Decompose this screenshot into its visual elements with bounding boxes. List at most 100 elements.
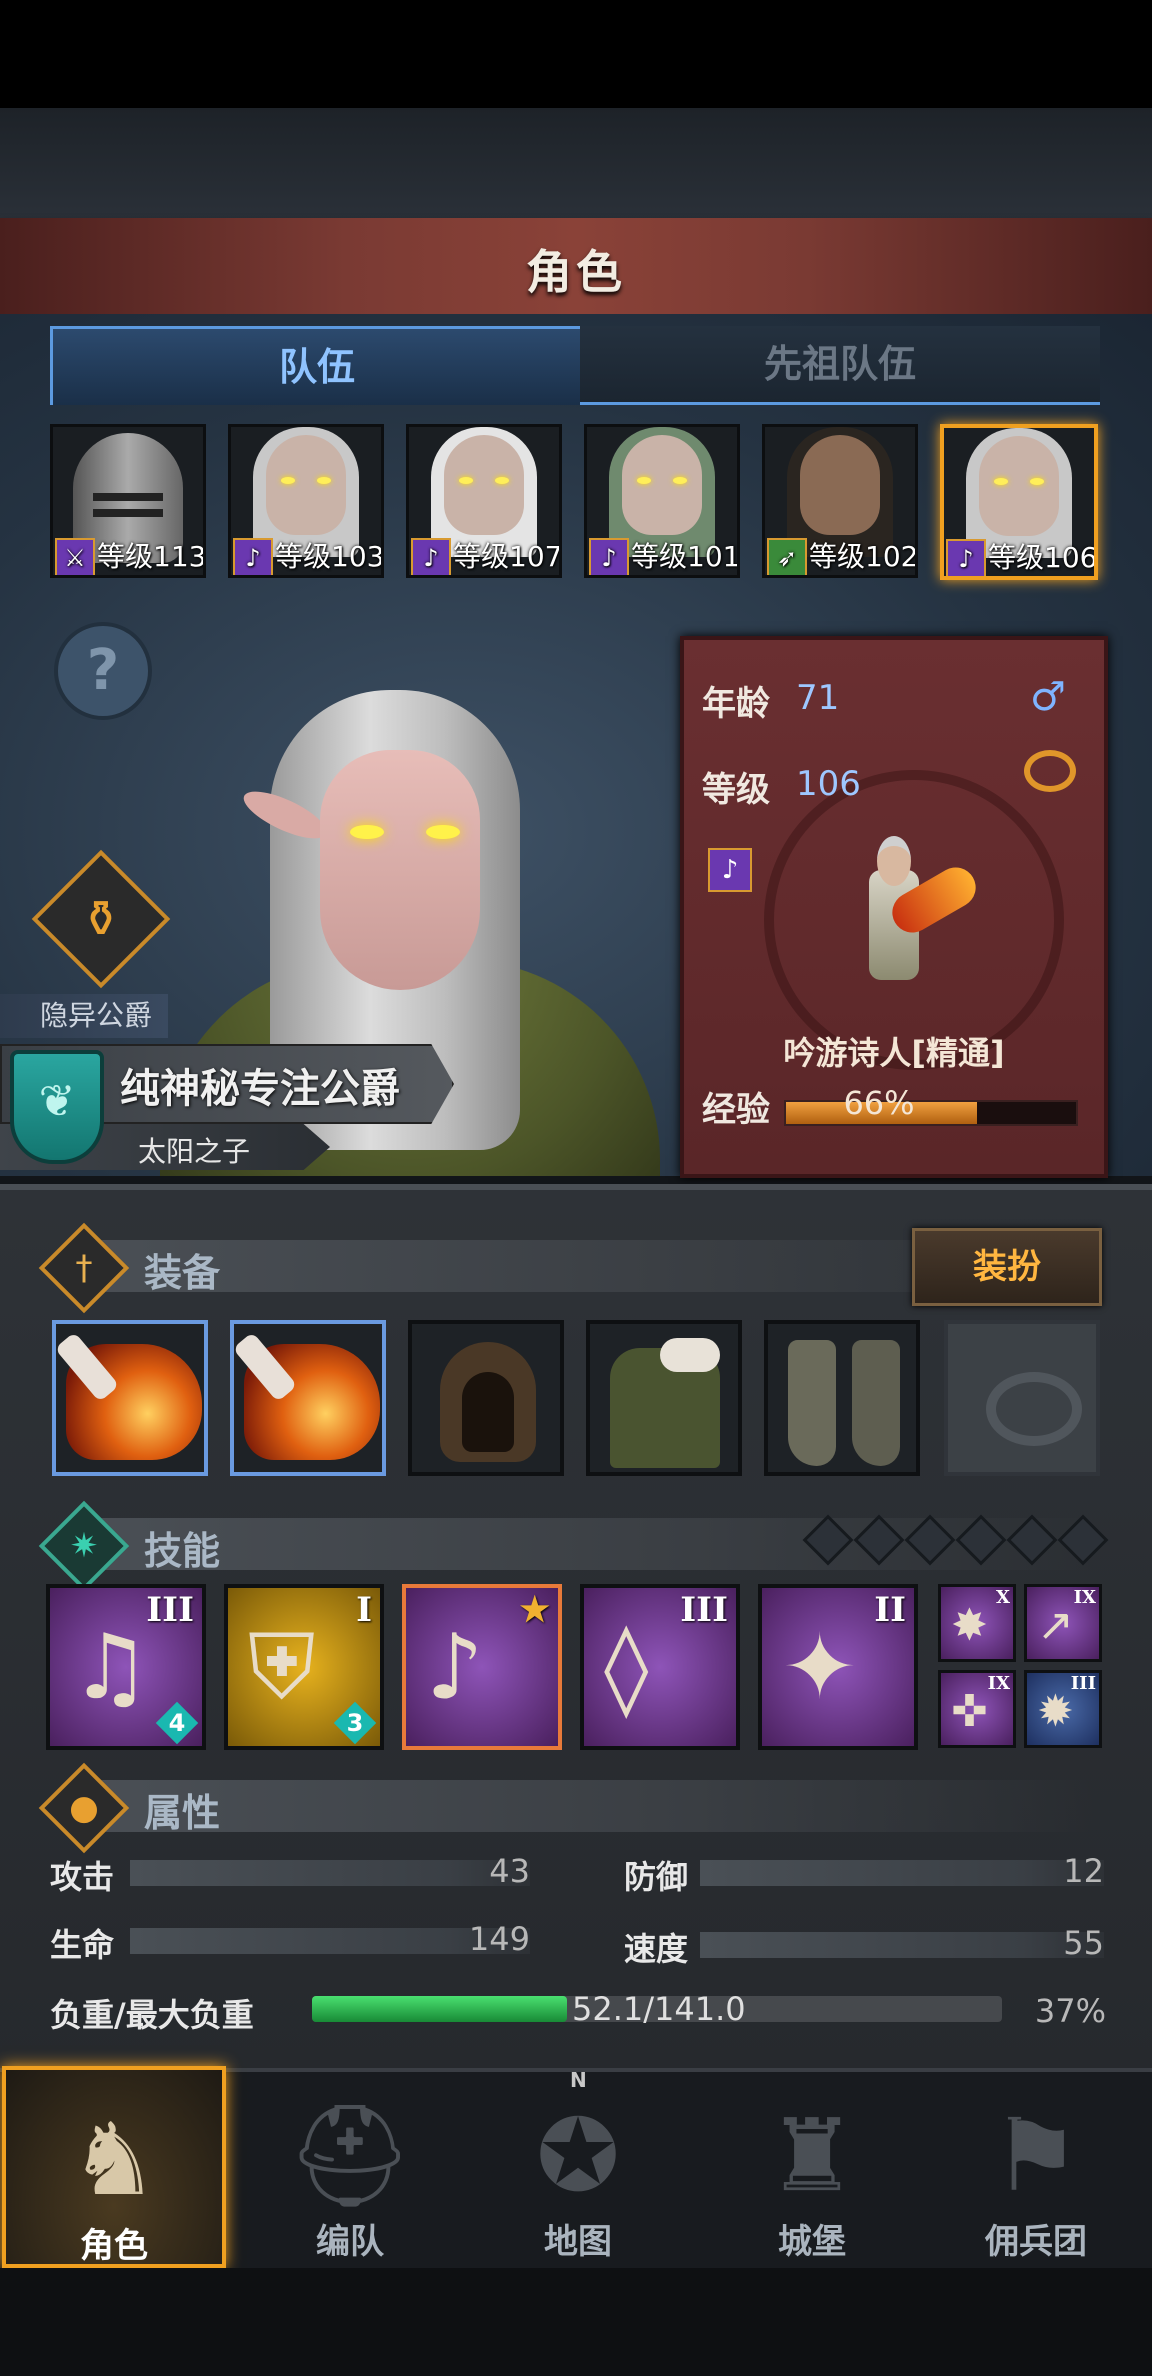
age-value: 71 [796,678,840,718]
skill-3-selected[interactable]: ♪ ★ [402,1584,562,1750]
party-member-4[interactable]: ♪ 等级101 [584,424,740,578]
attributes-title: 属性 [144,1791,221,1835]
load-label: 负重/最大负重 [50,1996,254,2034]
elf-portrait [444,435,524,535]
skill-rank: X [996,1587,1010,1608]
hood-icon [440,1342,536,1462]
tab-ancestor-team[interactable]: 先祖队伍 [580,326,1100,405]
character-info-card: 年龄 71 ♂ 等级 106 ♪ 吟游诗人[精通] 经验 66% [680,636,1108,1178]
male-icon: ♂ [1030,674,1066,720]
skill-small-4[interactable]: ✹ III [1024,1670,1102,1748]
slot-gem-icon [1006,1514,1058,1566]
tab-team[interactable]: 队伍 [50,326,584,405]
tunic-icon [610,1338,720,1468]
skill-rank: IX [987,1673,1010,1694]
skill-rank: III [146,1590,194,1630]
ring-icon [1024,750,1076,792]
exp-label: 经验 [702,1090,770,1130]
level-label: 等级 [702,770,770,810]
slot-gem-icon [1057,1514,1109,1566]
lute-icon: ♪ [946,539,986,576]
skill-rank: I [356,1590,372,1630]
crystal-hand-icon: ◊ [604,1615,649,1720]
heraldry-shield-icon[interactable]: ❦ [10,1050,104,1164]
status-bar [0,0,1152,108]
equip-slot-weapon-1[interactable] [52,1320,208,1476]
banner-icon: ⚑ [991,2097,1081,2214]
title-bar: 角色 [0,218,1152,318]
lute-icon: ♪ [233,538,273,575]
equip-slot-weapon-2[interactable] [230,1320,386,1476]
slot-gem-icon [853,1514,905,1566]
nav-formation[interactable]: ⛑ 编队 [238,2066,462,2268]
bow-icon: ➶ [767,538,807,575]
character-name: 纯神秘专注公爵 [120,1066,400,1112]
nav-label: 地图 [544,2222,612,2262]
portrait-face [320,750,480,990]
page-title: 角色 [526,245,626,299]
potion-icon: ⚱ [80,890,122,948]
party-level: 等级102 [809,540,918,573]
lute-icon: ♪ [411,538,451,575]
helmet-icon: ⛑ [286,2097,414,2214]
load-bar-fill [312,1996,568,2022]
age-label: 年龄 [702,684,770,724]
crystal-note-icon: ♪ [426,1615,484,1720]
party-level: 等级103 [275,540,384,573]
nav-castle[interactable]: ♜ 城堡 [700,2066,924,2268]
dress-up-button[interactable]: 装扮 [912,1228,1102,1306]
equip-slot-feet[interactable] [764,1320,920,1476]
skill-small-3[interactable]: ✜ IX [938,1670,1016,1748]
nav-label: 佣兵团 [985,2222,1087,2262]
nav-mercenaries[interactable]: ⚑ 佣兵团 [924,2066,1148,2268]
top-spacer [0,108,1152,218]
skill-badge: 4 [168,1709,186,1737]
load-value: 52.1/141.0 [572,1990,746,2028]
nav-label: 角色 [80,2226,148,2266]
party-member-5[interactable]: ➶ 等级102 [762,424,918,578]
nav-label: 编队 [316,2222,384,2262]
equip-slot-ring-empty[interactable] [944,1320,1100,1476]
character-subtitle: 太阳之子 [138,1135,251,1168]
party-member-1[interactable]: ⚔ 等级113 [50,424,206,578]
skill-slot-indicators [802,1514,1116,1566]
person-icon: ● [69,1788,99,1828]
skill-1[interactable]: ♫ III 4 [46,1584,206,1750]
speed-value: 55 [1063,1924,1104,1962]
skill-badge: 3 [346,1709,364,1737]
nav-map[interactable]: ✪ 地图 [466,2066,690,2268]
skill-rank: III [1070,1673,1096,1694]
skill-4[interactable]: ◊ III [580,1584,740,1750]
title-tag: 隐异公爵 [0,994,168,1038]
attack-value: 43 [489,1852,530,1890]
hp-label: 生命 [50,1926,115,1964]
help-icon[interactable]: ? [54,622,152,720]
equip-slot-head[interactable] [408,1320,564,1476]
nav-character[interactable]: ♞ 角色 [2,2066,226,2268]
equip-slot-body[interactable] [586,1320,742,1476]
skill-rank: III [680,1590,728,1630]
burst-icon: ✸ [951,1600,988,1651]
shield-icon: ⛨ [248,1615,316,1720]
skills-title: 技能 [144,1529,221,1573]
spear-icon: ↗ [1037,1600,1074,1651]
skill-small-2[interactable]: ↗ IX [1024,1584,1102,1662]
skill-5[interactable]: ✦ II [758,1584,918,1750]
castle-icon: ♜ [767,2097,857,2214]
slot-gem-icon [802,1514,854,1566]
party-member-2[interactable]: ♪ 等级103 [228,424,384,578]
wand-icon: ✦ [782,1615,858,1720]
skill-2[interactable]: ⛨ I 3 [224,1584,384,1750]
lute-icon: ♪ [708,848,752,892]
class-name: 吟游诗人[精通] [783,1034,1005,1072]
party-member-6-selected[interactable]: ♪ 等级106 [940,424,1098,580]
skill-rank: II [874,1590,906,1630]
party-member-3[interactable]: ♪ 等级107 [406,424,562,578]
skill-rank: IX [1073,1587,1096,1608]
defense-value: 12 [1063,1852,1104,1890]
exp-percent: 66% [843,1084,915,1122]
boots-icon [788,1340,836,1466]
skill-small-1[interactable]: ✸ X [938,1584,1016,1662]
party-level: 等级107 [453,540,562,573]
shield-burst-icon: ✹ [1037,1686,1074,1737]
